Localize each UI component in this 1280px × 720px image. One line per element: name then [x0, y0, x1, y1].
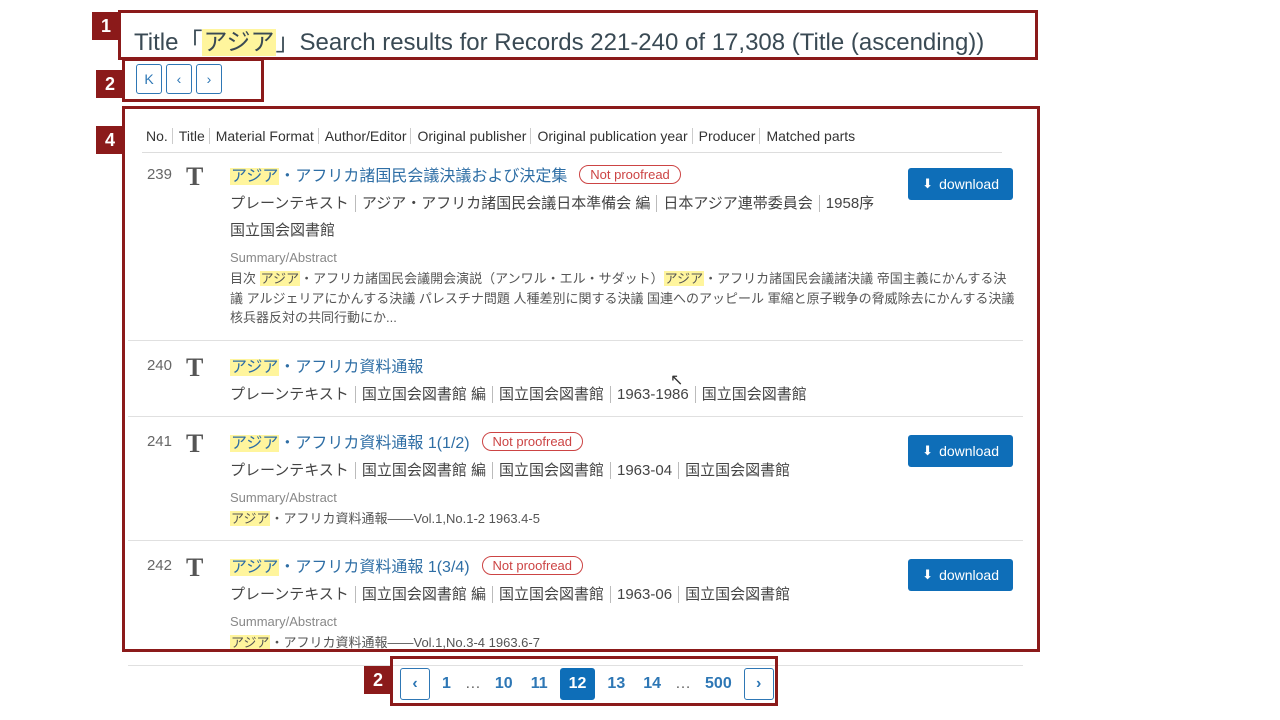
- not-proofread-badge: Not proofread: [579, 165, 681, 184]
- result-row: 241 T アジア・アフリカ資料通報 1(1/2) Not proofread …: [128, 417, 1023, 542]
- prev-page-button[interactable]: ‹: [166, 64, 192, 94]
- text-format-icon: T: [186, 162, 216, 328]
- summary-text: アジア・アフリカ資料通報――Vol.1,No.3-4 1963.6-7: [230, 633, 1015, 653]
- pagination: ‹ 1 … 10 11 12 13 14 … 500 ›: [400, 668, 774, 700]
- row-number: 240: [136, 353, 172, 404]
- page-link[interactable]: 10: [489, 675, 519, 693]
- col-format[interactable]: Material Format: [212, 128, 319, 144]
- summary-label: Summary/Abstract: [230, 614, 1015, 629]
- result-meta: プレーンテキスト国立国会図書館 編国立国会図書館1963-1986国立国会図書館: [230, 383, 1015, 404]
- page-link[interactable]: 1: [436, 675, 457, 693]
- result-meta: プレーンテキスト国立国会図書館 編国立国会図書館1963-04国立国会図書館: [230, 459, 1015, 480]
- result-title-link[interactable]: アジア・アフリカ資料通報 1(1/2): [230, 435, 470, 452]
- text-format-icon: T: [186, 553, 216, 653]
- page-prev-button[interactable]: ‹: [400, 668, 430, 700]
- result-title-link[interactable]: アジア・アフリカ資料通報 1(3/4): [230, 559, 470, 576]
- results-list: 239 T アジア・アフリカ諸国民会議決議および決定集 Not proofrea…: [128, 150, 1023, 666]
- row-number: 241: [136, 429, 172, 529]
- page-current[interactable]: 12: [560, 668, 596, 700]
- page-ellipsis: …: [463, 675, 483, 693]
- page-title: Title「アジア」Search results for Records 221…: [134, 29, 984, 56]
- col-author[interactable]: Author/Editor: [321, 128, 412, 144]
- download-button[interactable]: ⬇download: [908, 559, 1013, 591]
- page-next-button[interactable]: ›: [744, 668, 774, 700]
- row-number: 242: [136, 553, 172, 653]
- text-format-icon: T: [186, 353, 216, 404]
- page-link[interactable]: 11: [525, 675, 554, 693]
- row-number: 239: [136, 162, 172, 328]
- result-row: 240 T アジア・アフリカ資料通報 プレーンテキスト国立国会図書館 編国立国会…: [128, 341, 1023, 417]
- annotation-4: 4: [96, 126, 124, 154]
- annotation-2: 2: [96, 70, 124, 98]
- col-no: No.: [142, 128, 173, 144]
- result-row: 242 T アジア・アフリカ資料通報 1(3/4) Not proofread …: [128, 541, 1023, 666]
- page-link[interactable]: 14: [637, 675, 667, 693]
- text-format-icon: T: [186, 429, 216, 529]
- download-icon: ⬇: [922, 567, 933, 583]
- results-columns: No. Title Material Format Author/Editor …: [142, 120, 1002, 153]
- result-meta: プレーンテキストアジア・アフリカ諸国民会議日本準備会 編日本アジア連帯委員会19…: [230, 192, 1015, 213]
- results-header: Title「アジア」Search results for Records 221…: [130, 14, 1040, 65]
- download-button[interactable]: ⬇download: [908, 435, 1013, 467]
- result-title-link[interactable]: アジア・アフリカ諸国民会議決議および決定集: [230, 168, 567, 185]
- result-meta: プレーンテキスト国立国会図書館 編国立国会図書館1963-06国立国会図書館: [230, 583, 1015, 604]
- col-year[interactable]: Original publication year: [533, 128, 692, 144]
- summary-text: アジア・アフリカ資料通報――Vol.1,No.1-2 1963.4-5: [230, 509, 1015, 529]
- col-publisher[interactable]: Original publisher: [413, 128, 531, 144]
- first-page-button[interactable]: K: [136, 64, 162, 94]
- annotation-2b: 2: [364, 666, 392, 694]
- result-title-link[interactable]: アジア・アフリカ資料通報: [230, 359, 423, 376]
- not-proofread-badge: Not proofread: [482, 556, 584, 575]
- not-proofread-badge: Not proofread: [482, 432, 584, 451]
- download-icon: ⬇: [922, 176, 933, 192]
- result-row: 239 T アジア・アフリカ諸国民会議決議および決定集 Not proofrea…: [128, 150, 1023, 341]
- page-link[interactable]: 13: [601, 675, 631, 693]
- col-title[interactable]: Title: [175, 128, 210, 144]
- annotation-1: 1: [92, 12, 120, 40]
- nav-buttons-top: K ‹ ›: [136, 64, 222, 94]
- page-link[interactable]: 500: [699, 675, 738, 693]
- download-icon: ⬇: [922, 443, 933, 459]
- summary-label: Summary/Abstract: [230, 250, 1015, 265]
- summary-label: Summary/Abstract: [230, 490, 1015, 505]
- result-meta-2: 国立国会図書館: [230, 219, 1015, 240]
- page-ellipsis: …: [673, 675, 693, 693]
- next-page-button[interactable]: ›: [196, 64, 222, 94]
- col-producer[interactable]: Producer: [695, 128, 761, 144]
- download-button[interactable]: ⬇download: [908, 168, 1013, 200]
- summary-text: 目次 アジア・アフリカ諸国民会議開会演説（アンワル・エル・サダット）アジア・アフ…: [230, 269, 1015, 328]
- col-matched[interactable]: Matched parts: [762, 128, 859, 144]
